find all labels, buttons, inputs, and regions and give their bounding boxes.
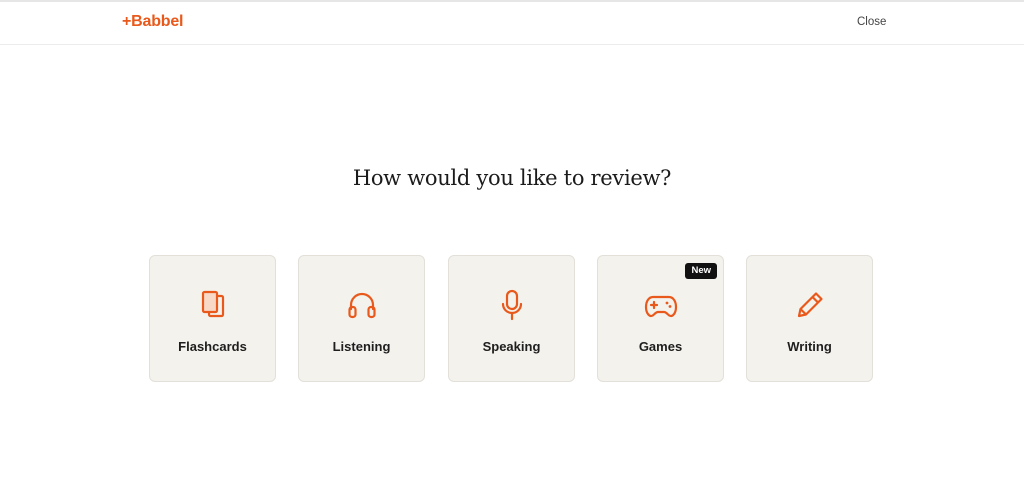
header: +Babbel Close [0,2,1024,45]
microphone-icon [494,287,530,323]
review-option-games[interactable]: New Games [597,255,724,382]
review-option-flashcards[interactable]: Flashcards [149,255,276,382]
gamepad-icon [643,287,679,323]
close-button[interactable]: Close [857,16,886,28]
pencil-icon [792,287,828,323]
review-option-label: Flashcards [178,339,247,354]
new-badge: New [685,263,717,279]
headphones-icon [344,287,380,323]
review-option-listening[interactable]: Listening [298,255,425,382]
review-option-label: Speaking [482,339,541,354]
review-option-label: Writing [787,339,832,354]
flashcards-icon [195,287,231,323]
review-option-writing[interactable]: Writing [746,255,873,382]
review-option-speaking[interactable]: Speaking [448,255,575,382]
page-title: How would you like to review? [352,166,672,190]
review-option-label: Listening [332,339,391,354]
review-option-label: Games [638,339,683,354]
babbel-logo[interactable]: +Babbel [122,13,183,31]
review-options: Flashcards Listening Speaking New Games … [149,255,879,385]
